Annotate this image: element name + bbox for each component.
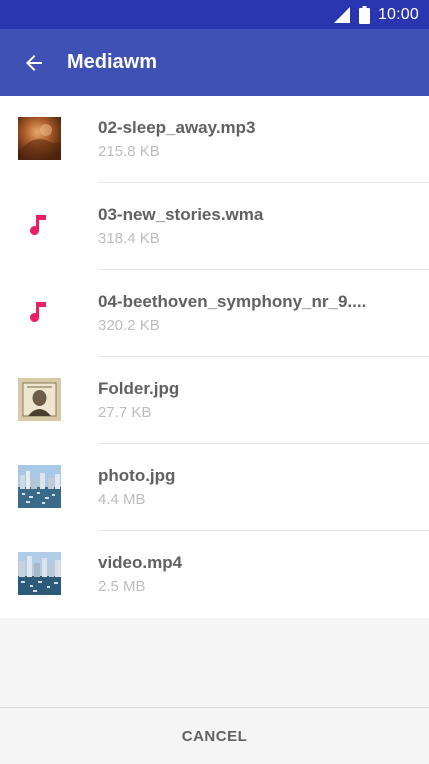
file-size: 2.5 MB [98, 578, 146, 595]
music-note-icon [30, 215, 46, 236]
file-size: 320.2 KB [98, 317, 160, 334]
list-item-folder-jpg[interactable]: Folder.jpg 27.7 KB [0, 357, 429, 444]
list-item-beethoven[interactable]: 04-beethoven_symphony_nr_9.... 320.2 KB [0, 270, 429, 357]
file-size: 27.7 KB [98, 404, 152, 421]
album-art-thumbnail [18, 117, 61, 160]
battery-icon [358, 5, 370, 24]
file-size: 215.8 KB [98, 143, 160, 160]
file-name: photo.jpg [98, 466, 176, 485]
item-texts: 03-new_stories.wma 318.4 KB [98, 205, 389, 248]
list-item-photo-jpg[interactable]: photo.jpg 4.4 MB [0, 444, 429, 531]
list-item-new-stories[interactable]: 03-new_stories.wma 318.4 KB [0, 183, 429, 270]
cancel-button[interactable]: CANCEL [0, 708, 429, 764]
list-item-sleep-away[interactable]: 02-sleep_away.mp3 215.8 KB [0, 96, 429, 183]
item-texts: Folder.jpg 27.7 KB [98, 379, 389, 422]
file-name: Folder.jpg [98, 379, 180, 398]
arrow-back-icon[interactable] [22, 51, 46, 75]
page-title: Mediawm [67, 51, 158, 73]
file-size: 4.4 MB [98, 491, 146, 508]
item-texts: photo.jpg 4.4 MB [98, 466, 389, 509]
signal-icon [333, 6, 350, 23]
clock: 10:00 [377, 5, 419, 23]
file-name: video.mp4 [98, 553, 183, 572]
list-item-video-mp4[interactable]: video.mp4 2.5 MB [0, 531, 429, 618]
image-thumbnail [18, 465, 61, 508]
item-texts: 02-sleep_away.mp3 215.8 KB [98, 118, 389, 161]
app-bar: Mediawm [0, 29, 429, 96]
music-note-icon [30, 302, 46, 323]
file-name: 02-sleep_away.mp3 [98, 118, 256, 137]
item-texts: video.mp4 2.5 MB [98, 553, 389, 596]
item-texts: 04-beethoven_symphony_nr_9.... 320.2 KB [98, 292, 389, 335]
status-bar: 10:00 [0, 0, 429, 29]
file-name: 03-new_stories.wma [98, 205, 264, 224]
file-name: 04-beethoven_symphony_nr_9.... [98, 292, 367, 311]
file-size: 318.4 KB [98, 230, 160, 247]
file-list: 02-sleep_away.mp3 215.8 KB 03-new_storie… [0, 96, 429, 618]
video-thumbnail [18, 552, 61, 595]
image-thumbnail [18, 378, 61, 421]
